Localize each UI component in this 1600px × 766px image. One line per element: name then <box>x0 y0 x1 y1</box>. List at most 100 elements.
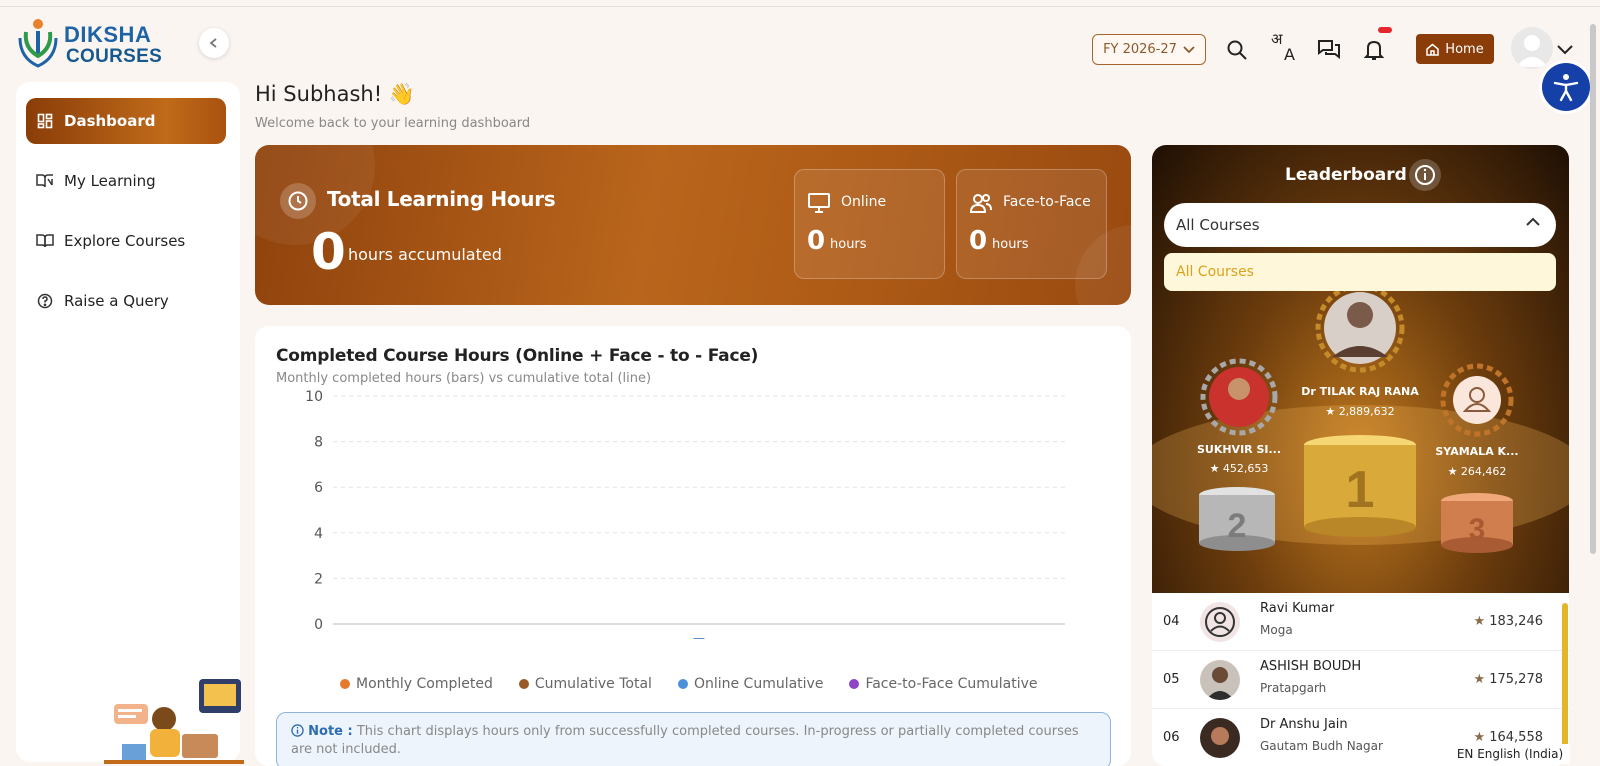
chevron-down-icon <box>1183 45 1195 53</box>
row-name: Dr Anshu Jain <box>1260 717 1348 732</box>
chat-icon <box>1318 40 1340 59</box>
info-icon <box>291 724 304 737</box>
online-hours-value: 0 <box>807 226 826 256</box>
leaderboard-title: Leaderboard <box>1285 165 1407 185</box>
diksha-logo[interactable]: DIKSHA COURSES <box>16 16 166 68</box>
logo-mark-icon <box>18 19 58 68</box>
y-tick-label: 10 <box>305 389 323 405</box>
hours-card-title: Total Learning Hours <box>327 187 556 211</box>
row-rank: 04 <box>1163 614 1180 629</box>
logo-text-diksha: DIKSHA <box>64 22 152 47</box>
notifications-button[interactable] <box>1360 36 1388 64</box>
legend-dot <box>518 679 529 689</box>
top-divider <box>0 6 1600 7</box>
completed-hours-chart-card: Completed Course Hours (Online + Face - … <box>255 326 1131 766</box>
bell-icon <box>1364 40 1384 60</box>
podium-score-2: ★ 452,653 <box>1209 462 1269 475</box>
sidebar-item-label: Dashboard <box>64 112 156 130</box>
legend-item[interactable]: Face-to-Face Cumulative <box>849 676 1038 692</box>
home-icon <box>1426 43 1440 56</box>
leaderboard-info-button[interactable] <box>1409 159 1441 191</box>
y-tick-label: 4 <box>314 526 323 542</box>
row-avatar <box>1200 602 1240 642</box>
chart-title: Completed Course Hours (Online + Face - … <box>276 346 759 366</box>
sidebar: Dashboard My Learning Explore Courses Ra… <box>16 82 244 764</box>
podium-rank-1: 1 <box>1346 461 1375 519</box>
leaderboard-course-filter[interactable]: All Courses <box>1164 203 1556 247</box>
chevron-left-icon <box>209 38 217 48</box>
star-icon: ★ <box>1473 614 1486 629</box>
x-tick-label: — <box>693 631 705 645</box>
user-avatar-icon <box>1516 35 1548 67</box>
student-illustration <box>104 679 244 764</box>
page-scrollbar[interactable] <box>1590 24 1596 554</box>
sidebar-item-my-learning[interactable]: My Learning <box>26 158 226 204</box>
leaderboard-filter-value: All Courses <box>1176 216 1260 234</box>
total-hours-unit: hours accumulated <box>348 245 502 264</box>
home-button[interactable]: Home <box>1416 34 1494 64</box>
legend-dot <box>340 679 350 689</box>
row-name: ASHISH BOUDH <box>1260 659 1362 674</box>
podium-name-2: SUKHVIR SI... <box>1196 443 1282 456</box>
users-icon <box>969 194 992 213</box>
monitor-icon <box>808 193 830 213</box>
legend-item[interactable]: Cumulative Total <box>518 676 652 692</box>
y-tick-label: 6 <box>314 480 323 496</box>
sidebar-item-dashboard[interactable]: Dashboard <box>26 98 226 144</box>
user-avatar[interactable] <box>1511 27 1553 69</box>
language-button[interactable]: अA <box>1270 30 1298 62</box>
y-tick-label: 0 <box>314 617 323 633</box>
search-button[interactable] <box>1223 36 1251 64</box>
book-icon <box>36 232 54 250</box>
page-title: Hi Subhash! 👋 <box>255 82 415 106</box>
chart-subtitle: Monthly completed hours (bars) vs cumula… <box>276 371 652 386</box>
leaderboard-filter-option[interactable]: All Courses <box>1164 253 1556 291</box>
messages-button[interactable] <box>1315 36 1343 64</box>
podium-rank-2: 2 <box>1228 507 1247 545</box>
accessibility-button[interactable] <box>1542 63 1590 111</box>
sidebar-item-label: My Learning <box>64 172 156 190</box>
book-open-icon <box>36 172 54 190</box>
total-hours-value: 0 <box>311 223 346 281</box>
legend-item[interactable]: Online Cumulative <box>677 676 824 692</box>
y-tick-label: 8 <box>314 435 323 451</box>
sidebar-item-raise-query[interactable]: Raise a Query <box>26 278 226 324</box>
sidebar-item-label: Raise a Query <box>64 292 169 310</box>
leaderboard-row[interactable]: 04 Ravi Kumar Moga ★ 183,246 <box>1152 593 1569 651</box>
fiscal-year-label: FY 2026-27 <box>1103 42 1177 57</box>
home-label: Home <box>1445 41 1484 57</box>
leaderboard-row[interactable]: 05 ASHISH BOUDH Pratapgarh ★ 175,278 <box>1152 651 1569 709</box>
podium-rank-3: 3 <box>1469 513 1486 546</box>
fiscal-year-select[interactable]: FY 2026-27 <box>1092 34 1206 65</box>
leaderboard-scrollbar[interactable] <box>1562 603 1568 753</box>
info-icon <box>1415 165 1435 185</box>
podium-score-3: ★ 264,462 <box>1447 465 1507 478</box>
row-city: Pratapgarh <box>1260 681 1327 695</box>
face-to-face-hours-card: Face-to-Face 0 hours <box>956 169 1107 279</box>
note-text: This chart displays hours only from succ… <box>291 724 1079 757</box>
sidebar-collapse-button[interactable] <box>199 28 229 58</box>
svg-text:अ: अ <box>1271 30 1283 48</box>
leaderboard-podium-area: 1 2 3 Leaderboard All Courses All Course… <box>1152 145 1569 593</box>
online-label: Online <box>841 194 887 210</box>
podium-name-3: SYAMALA K... <box>1435 445 1519 458</box>
user-menu-toggle[interactable] <box>1557 40 1573 59</box>
dashboard-icon <box>36 112 54 130</box>
clock-icon <box>280 183 316 219</box>
legend-dot <box>849 679 860 689</box>
chevron-down-icon <box>1557 45 1573 55</box>
search-icon <box>1227 40 1247 60</box>
avatar-rank-3 <box>1453 376 1501 424</box>
legend-label: Online Cumulative <box>693 676 824 692</box>
row-city: Moga <box>1260 623 1293 637</box>
language-indicator[interactable]: EN English (India) <box>1450 744 1570 764</box>
row-score: ★ 183,246 <box>1473 614 1543 629</box>
translate-icon: अA <box>1271 30 1295 62</box>
legend-label: Monthly Completed <box>356 676 493 692</box>
podium-score-1: ★ 2,889,632 <box>1325 405 1395 418</box>
star-icon: ★ <box>1473 730 1486 745</box>
sidebar-item-explore-courses[interactable]: Explore Courses <box>26 218 226 264</box>
online-hours-unit: hours <box>830 237 867 252</box>
legend-item[interactable]: Monthly Completed <box>340 676 493 692</box>
row-score: ★ 164,558 <box>1473 730 1543 745</box>
